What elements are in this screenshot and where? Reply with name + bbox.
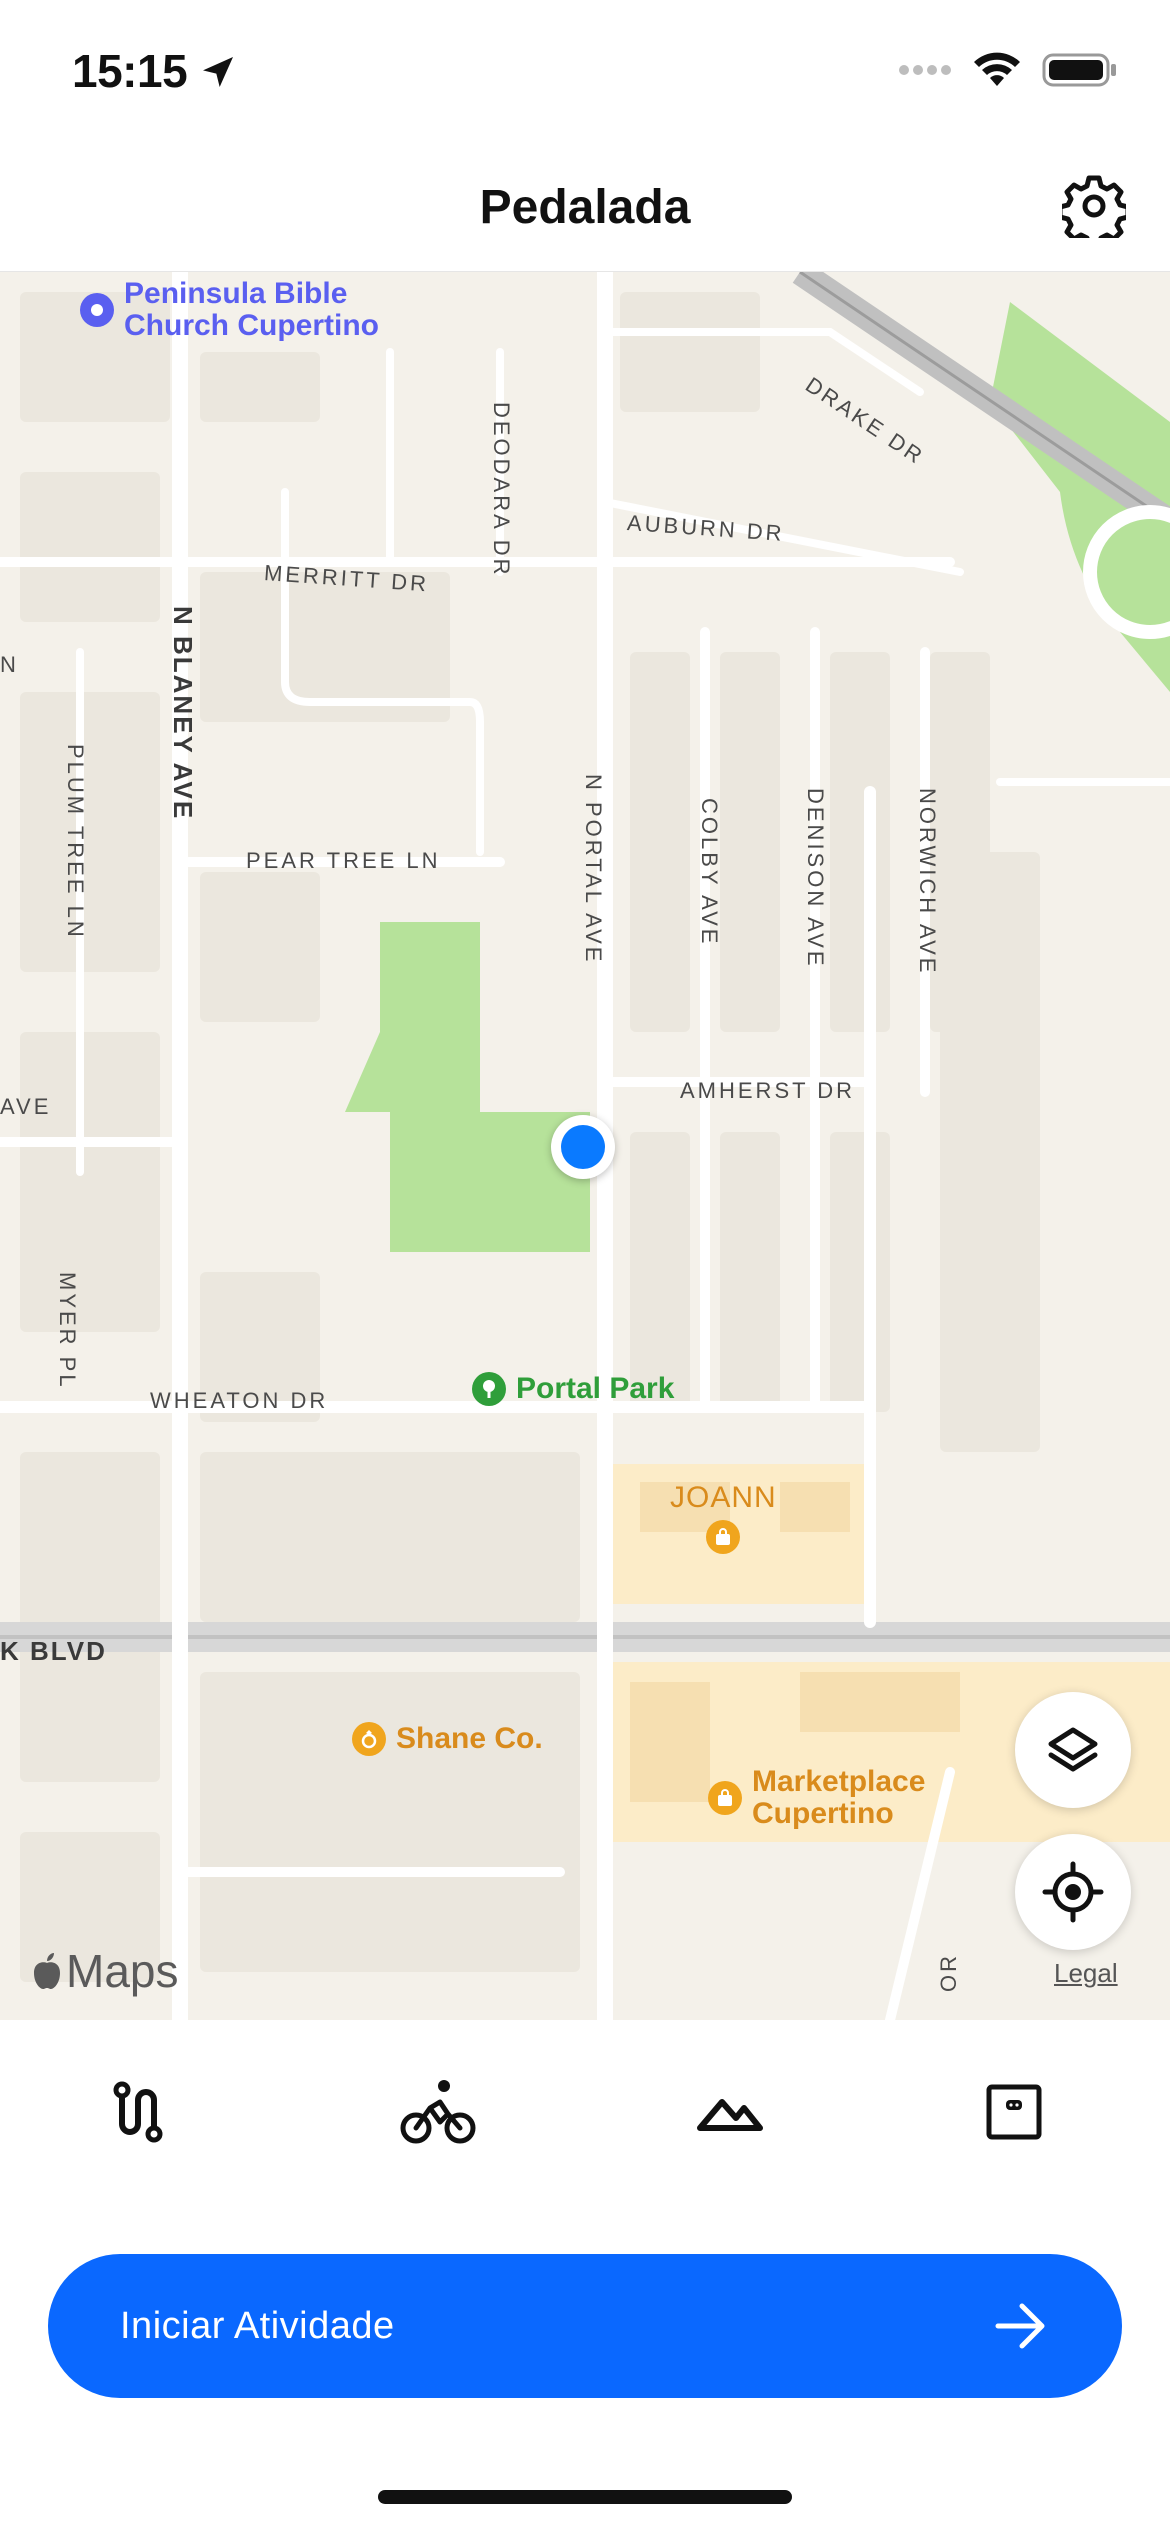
poi-peninsula-bible-church[interactable]: Peninsula Bible Church Cupertino — [80, 278, 379, 341]
street-label-k-blvd: K BLVD — [0, 1636, 107, 1666]
layers-icon — [1048, 1727, 1098, 1772]
legal-link[interactable]: Legal — [1054, 1958, 1118, 1989]
locate-crosshair-icon — [1042, 1861, 1104, 1923]
street-label-or: OR — [936, 1953, 961, 1992]
status-bar: 15:15 — [0, 0, 1170, 140]
maps-attribution-text: Maps — [66, 1945, 179, 1997]
poi-marketplace-cupertino[interactable]: Marketplace Cupertino — [708, 1766, 925, 1829]
apple-maps-attribution: Maps — [30, 1944, 178, 1998]
street-label-n: N — [0, 652, 19, 677]
street-label-n-blaney-ave: N BLANEY AVE — [168, 606, 198, 821]
street-label-myer-pl: MYER PL — [55, 1272, 80, 1390]
tab-bar — [0, 2020, 1170, 2220]
bicycle-rider-icon — [400, 2080, 476, 2144]
tree-marker-icon — [472, 1372, 506, 1406]
street-label-wheaton-dr: WHEATON DR — [150, 1388, 329, 1413]
poi-label: JOANN — [670, 1481, 777, 1514]
street-label-ave: AVE — [0, 1094, 52, 1119]
nav-bar: Pedalada — [0, 140, 1170, 272]
page-title: Pedalada — [479, 181, 691, 234]
street-label-plum-tree-ln: PLUM TREE LN — [63, 744, 88, 940]
ring-marker-icon — [352, 1722, 386, 1756]
tab-display[interactable] — [974, 2072, 1054, 2152]
status-icons — [898, 52, 1118, 88]
display-screen-icon — [986, 2084, 1042, 2140]
status-time: 15:15 — [72, 45, 188, 97]
map-view[interactable]: DRAKE DR AUBURN DR MERRITT DR DEODARA DR… — [0, 272, 1170, 2020]
signal-dots-icon — [899, 65, 951, 75]
street-label-denison-ave: DENISON AVE — [803, 788, 828, 969]
street-label-n-portal-ave: N PORTAL AVE — [581, 774, 606, 965]
layers-button[interactable] — [1015, 1692, 1131, 1808]
poi-shane-co[interactable]: Shane Co. — [352, 1722, 543, 1756]
poi-label: Shane Co. — [396, 1722, 543, 1756]
poi-label: Peninsula Bible Church Cupertino — [124, 277, 379, 342]
arrow-right-icon — [995, 2303, 1045, 2349]
gear-icon[interactable] — [1062, 174, 1126, 238]
street-label-colby-ave: COLBY AVE — [697, 798, 722, 947]
tab-route[interactable] — [98, 2072, 178, 2152]
start-activity-button[interactable]: Iniciar Atividade — [48, 2254, 1122, 2398]
wifi-icon — [974, 52, 1020, 86]
shopping-bags-icon — [708, 1780, 742, 1815]
street-label-norwich-ave: NORWICH AVE — [915, 788, 940, 976]
poi-joann[interactable]: JOANN — [670, 1482, 777, 1554]
tab-elevation[interactable] — [690, 2072, 770, 2152]
location-arrow-icon — [203, 57, 233, 87]
shopping-bag-icon — [706, 1519, 741, 1554]
poi-label: Marketplace Cupertino — [752, 1765, 926, 1830]
street-label-pear-tree-ln: PEAR TREE LN — [246, 848, 441, 873]
locate-me-button[interactable] — [1015, 1834, 1131, 1950]
poi-portal-park[interactable]: Portal Park — [472, 1372, 674, 1406]
tab-ride[interactable] — [398, 2072, 478, 2152]
mountain-elevation-icon — [697, 2099, 763, 2131]
route-icon — [113, 2081, 163, 2143]
start-activity-label: Iniciar Atividade — [120, 2304, 395, 2347]
poi-label: Portal Park — [516, 1372, 675, 1406]
battery-icon — [1042, 53, 1116, 87]
church-marker-icon — [80, 292, 114, 327]
street-label-deodara-dr: DEODARA DR — [489, 402, 514, 578]
apple-logo-icon — [34, 1953, 60, 1989]
street-label-amherst-dr: AMHERST DR — [680, 1078, 856, 1103]
user-location-dot — [551, 1115, 615, 1179]
home-indicator[interactable] — [378, 2490, 792, 2504]
